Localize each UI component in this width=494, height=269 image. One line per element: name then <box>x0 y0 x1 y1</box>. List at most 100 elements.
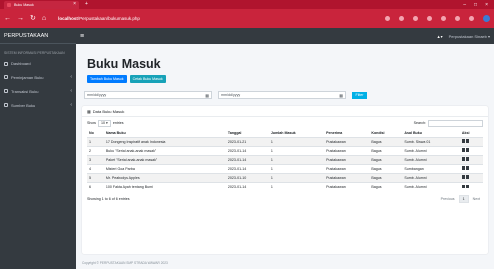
source-icon <box>4 103 8 108</box>
url-path: /Perpustakaan/bukumasuk.php <box>77 16 140 21</box>
copyright: Copyright © PERPUSTAKAAN SMP STRADA WAWA… <box>82 261 168 265</box>
column-header[interactable]: Tanggal <box>225 129 269 138</box>
cell-aksi <box>459 181 483 191</box>
next-button[interactable]: Next <box>470 196 483 202</box>
table-icon: ▦ <box>87 108 91 114</box>
reload-icon[interactable]: ↻ <box>30 15 36 22</box>
column-header[interactable]: Penerima <box>324 129 370 138</box>
extension-icon[interactable] <box>469 16 474 21</box>
cell-no: 1 <box>87 136 104 146</box>
sidebar-item-peminjaman[interactable]: Peminjaman Buku ‹ <box>0 70 76 84</box>
action-buttons: Tambah Buku Masuk Cetak Buku Masuk <box>87 75 488 83</box>
print-button[interactable]: Cetak Buku Masuk <box>129 75 166 83</box>
date-from-input[interactable]: mm/dd/yyyy ▦ <box>84 91 212 99</box>
extension-icon[interactable] <box>385 16 390 21</box>
add-book-button[interactable]: Tambah Buku Masuk <box>87 75 127 83</box>
cell-asal: Sumb. Alumni <box>402 154 460 164</box>
forward-icon[interactable]: → <box>17 15 24 22</box>
entries-select[interactable]: 10 ▾ <box>98 119 111 127</box>
calendar-icon[interactable]: ▦ <box>339 93 343 98</box>
extension-icon[interactable] <box>455 16 460 21</box>
edit-icon[interactable] <box>461 166 465 170</box>
cell-aksi <box>459 145 483 155</box>
notification-icon[interactable]: ▲▾ <box>437 34 443 39</box>
search-input[interactable] <box>428 119 483 127</box>
edit-icon[interactable] <box>461 175 465 179</box>
delete-icon[interactable] <box>465 148 469 152</box>
sidebar-item-transaksi[interactable]: Transaksi Buku ‹ <box>0 84 76 98</box>
address-bar: ← → ↻ ⌂ localhost/Perpustakaan/bukumasuk… <box>0 9 494 28</box>
cell-asal: Sumb. Alumni <box>402 145 460 155</box>
delete-icon[interactable] <box>465 175 469 179</box>
cell-nama: Buku "Serial anak-anak masak" <box>103 145 226 155</box>
column-header[interactable]: Nama Buku <box>103 129 226 138</box>
extension-icon[interactable] <box>441 16 446 21</box>
edit-icon[interactable] <box>461 148 465 152</box>
sidebar-item-label: Transaksi Buku <box>11 88 39 94</box>
search-box: Search: <box>414 119 483 127</box>
delete-icon[interactable] <box>465 139 469 143</box>
table-row: 3 Paket "Serial anak-anak masak" 2023-01… <box>87 154 483 164</box>
pagination: Previous 1 Next <box>438 195 483 203</box>
cell-penerima: Pustakawan <box>324 136 370 146</box>
extension-icon[interactable] <box>427 16 432 21</box>
brand-title[interactable]: PERPUSTAKAAN <box>0 28 76 44</box>
calendar-icon[interactable]: ▦ <box>205 93 209 98</box>
cell-nama: Paket "Serial anak-anak masak" <box>103 154 226 164</box>
chevron-left-icon: ‹ <box>70 74 72 81</box>
close-tab-icon[interactable]: × <box>73 2 76 7</box>
table-controls: Show 10 ▾ entries Search: <box>82 117 488 129</box>
edit-icon[interactable] <box>461 184 465 188</box>
sidebar-item-label: Dashboard <box>11 61 31 67</box>
delete-icon[interactable] <box>465 157 469 161</box>
cell-tanggal: 2023-01-21 <box>225 136 269 146</box>
sidebar-item-sumber[interactable]: Sumber Buku ‹ <box>0 98 76 112</box>
column-header[interactable]: Jumlah Masuk <box>268 129 325 138</box>
delete-icon[interactable] <box>465 184 469 188</box>
column-header[interactable]: Aksi <box>459 129 483 138</box>
sidebar-item-label: Peminjaman Buku <box>11 74 44 80</box>
extension-icon[interactable] <box>399 16 404 21</box>
edit-icon[interactable] <box>461 139 465 143</box>
entries-label: entries <box>112 121 124 125</box>
date-to-input[interactable]: mm/dd/yyyy ▦ <box>218 91 346 99</box>
edit-icon[interactable] <box>461 157 465 161</box>
cell-tanggal: 2023-01-10 <box>225 172 269 182</box>
new-tab-button[interactable]: + <box>85 2 88 7</box>
table-row: 5 Mr. Peabodys Apples 2023-01-10 1 Pusta… <box>87 172 483 182</box>
page-button[interactable]: 1 <box>458 195 469 203</box>
home-icon[interactable]: ⌂ <box>42 15 46 22</box>
extension-icon[interactable] <box>413 16 418 21</box>
filter-button[interactable]: Filter <box>352 91 367 99</box>
transaction-icon <box>4 89 8 94</box>
window-controls: – □ × <box>463 2 494 8</box>
user-menu[interactable]: Perpustakaan Sinaeb ▾ <box>449 34 490 39</box>
maximize-icon[interactable]: □ <box>474 2 477 8</box>
delete-icon[interactable] <box>465 166 469 170</box>
sidebar-item-dashboard[interactable]: Dashboard <box>0 57 76 70</box>
cell-tanggal: 2023-01-14 <box>225 163 269 173</box>
column-header[interactable]: No <box>87 129 104 138</box>
close-window-icon[interactable]: × <box>485 2 488 8</box>
show-label: Show <box>87 121 96 125</box>
back-icon[interactable]: ← <box>4 15 11 22</box>
cell-aksi <box>459 136 483 146</box>
cell-jumlah: 1 <box>268 154 325 164</box>
cell-kondisi: Bagus <box>369 154 403 164</box>
cell-asal: Sumb. Siswa 01 <box>402 136 460 146</box>
url-field[interactable]: localhost/Perpustakaan/bukumasuk.php <box>58 16 140 21</box>
cell-nama: Misteri Goa Parba <box>103 163 226 173</box>
minimize-icon[interactable]: – <box>463 2 466 8</box>
column-header[interactable]: Asal Buku <box>402 129 460 138</box>
column-header[interactable]: Kondisi <box>369 129 403 138</box>
sidebar-header: SISTEM INFORMASI PERPUSTAKAAN <box>4 51 65 55</box>
browser-tab[interactable]: Buku Masuk × <box>4 0 79 9</box>
cell-aksi <box>459 154 483 164</box>
cell-penerima: Pustakawan <box>324 163 370 173</box>
prev-button[interactable]: Previous <box>438 196 458 202</box>
profile-icon[interactable] <box>483 15 490 22</box>
cell-no: 4 <box>87 163 104 173</box>
menu-toggle-icon[interactable]: ≡ <box>80 33 84 40</box>
cell-aksi <box>459 163 483 173</box>
cell-nama: 100 Fakta Ayah tentang Bumi <box>103 181 226 191</box>
